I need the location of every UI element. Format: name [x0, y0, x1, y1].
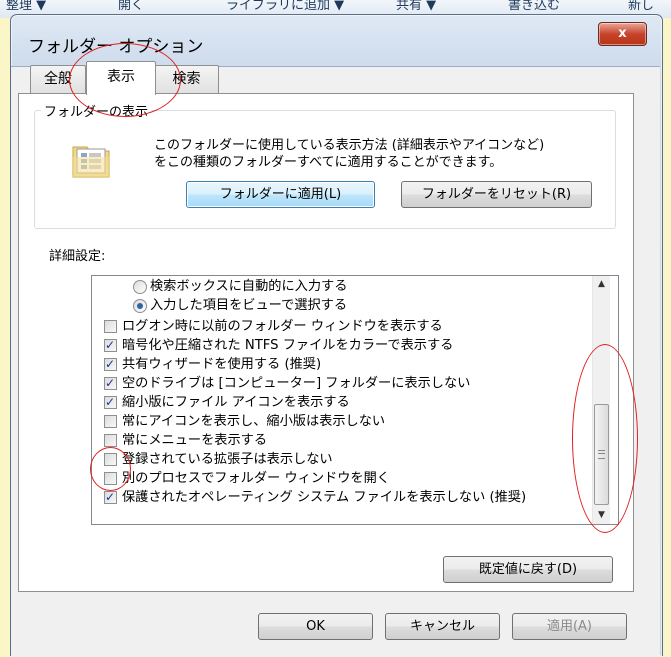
tab-search[interactable]: 検索 — [154, 65, 219, 94]
bg-toolbar-new: 新し — [628, 0, 655, 13]
vertical-scrollbar[interactable]: ▲ ▼ — [592, 276, 610, 524]
folder-view-description-line2: をこの種類のフォルダーすべてに適用することができます。 — [154, 155, 503, 170]
radio-button[interactable] — [133, 299, 147, 313]
list-item-label: 空のドライブは [コンピューター] フォルダーに表示しない — [122, 376, 471, 391]
checkbox[interactable] — [104, 434, 117, 447]
folder-view-icon — [72, 146, 110, 178]
folder-view-group-label: フォルダーの表示 — [41, 101, 152, 120]
restore-defaults-button[interactable]: 既定値に戻す(D) — [443, 556, 613, 583]
advanced-settings-label: 詳細設定: — [49, 249, 106, 264]
checkbox[interactable] — [104, 472, 117, 485]
bg-toolbar-share: 共有 ▼ — [396, 0, 437, 13]
close-icon: x — [618, 26, 627, 41]
scroll-up-icon[interactable]: ▲ — [593, 276, 610, 293]
list-item-label: 常にアイコンを表示し、縮小版は表示しない — [122, 414, 386, 429]
list-item-label: 検索ボックスに自動的に入力する — [150, 279, 348, 294]
scrollbar-thumb[interactable] — [594, 404, 609, 505]
checkbox[interactable] — [104, 415, 117, 428]
checkbox[interactable] — [104, 374, 117, 392]
list-item-label: 共有ウィザードを使用する (推奨) — [122, 357, 322, 372]
list-item-label: 縮小版にファイル アイコンを表示する — [122, 395, 350, 410]
list-item-label: 暗号化や圧縮された NTFS ファイルをカラーで表示する — [122, 338, 454, 353]
apply-to-folders-button[interactable]: フォルダーに適用(L) — [186, 181, 375, 208]
checkbox[interactable] — [104, 453, 117, 466]
checkbox[interactable] — [104, 393, 117, 411]
bg-toolbar-open: 開く — [118, 0, 145, 13]
close-button[interactable]: x — [598, 22, 647, 46]
bg-toolbar-burn: 書き込む — [508, 0, 561, 13]
apply-button[interactable]: 適用(A) — [512, 613, 627, 640]
list-item-label: ログオン時に以前のフォルダー ウィンドウを表示する — [122, 319, 443, 334]
tab-view[interactable]: 表示 — [86, 61, 156, 95]
checkbox[interactable] — [104, 355, 117, 373]
list-item-label: 保護されたオペレーティング システム ファイルを表示しない (推奨) — [122, 490, 527, 505]
list-item-label: 別のプロセスでフォルダー ウィンドウを開く — [122, 471, 390, 486]
tab-general[interactable]: 全般 — [30, 65, 86, 94]
radio-button[interactable] — [133, 280, 147, 294]
scroll-down-icon[interactable]: ▼ — [593, 507, 610, 524]
reset-folders-button[interactable]: フォルダーをリセット(R) — [401, 181, 592, 208]
cancel-button[interactable]: キャンセル — [385, 613, 500, 640]
checkbox[interactable] — [104, 336, 117, 354]
ok-button[interactable]: OK — [258, 613, 373, 640]
bg-toolbar-organize: 整理 ▼ — [6, 0, 47, 13]
checkbox[interactable] — [104, 488, 117, 506]
bg-toolbar-library: ライブラリに追加 ▼ — [226, 0, 345, 13]
checkbox[interactable] — [104, 320, 117, 333]
list-item-label: 常にメニューを表示する — [122, 433, 268, 448]
advanced-settings-list[interactable]: 検索ボックスに自動的に入力する 入力した項目をビューで選択する ログオン時に以前… — [91, 275, 619, 525]
list-item-label: 登録されている拡張子は表示しない — [122, 452, 333, 467]
dialog-title: フォルダー オプション — [28, 37, 204, 57]
grip-icon — [598, 450, 605, 459]
list-item-label: 入力した項目をビューで選択する — [150, 298, 348, 313]
